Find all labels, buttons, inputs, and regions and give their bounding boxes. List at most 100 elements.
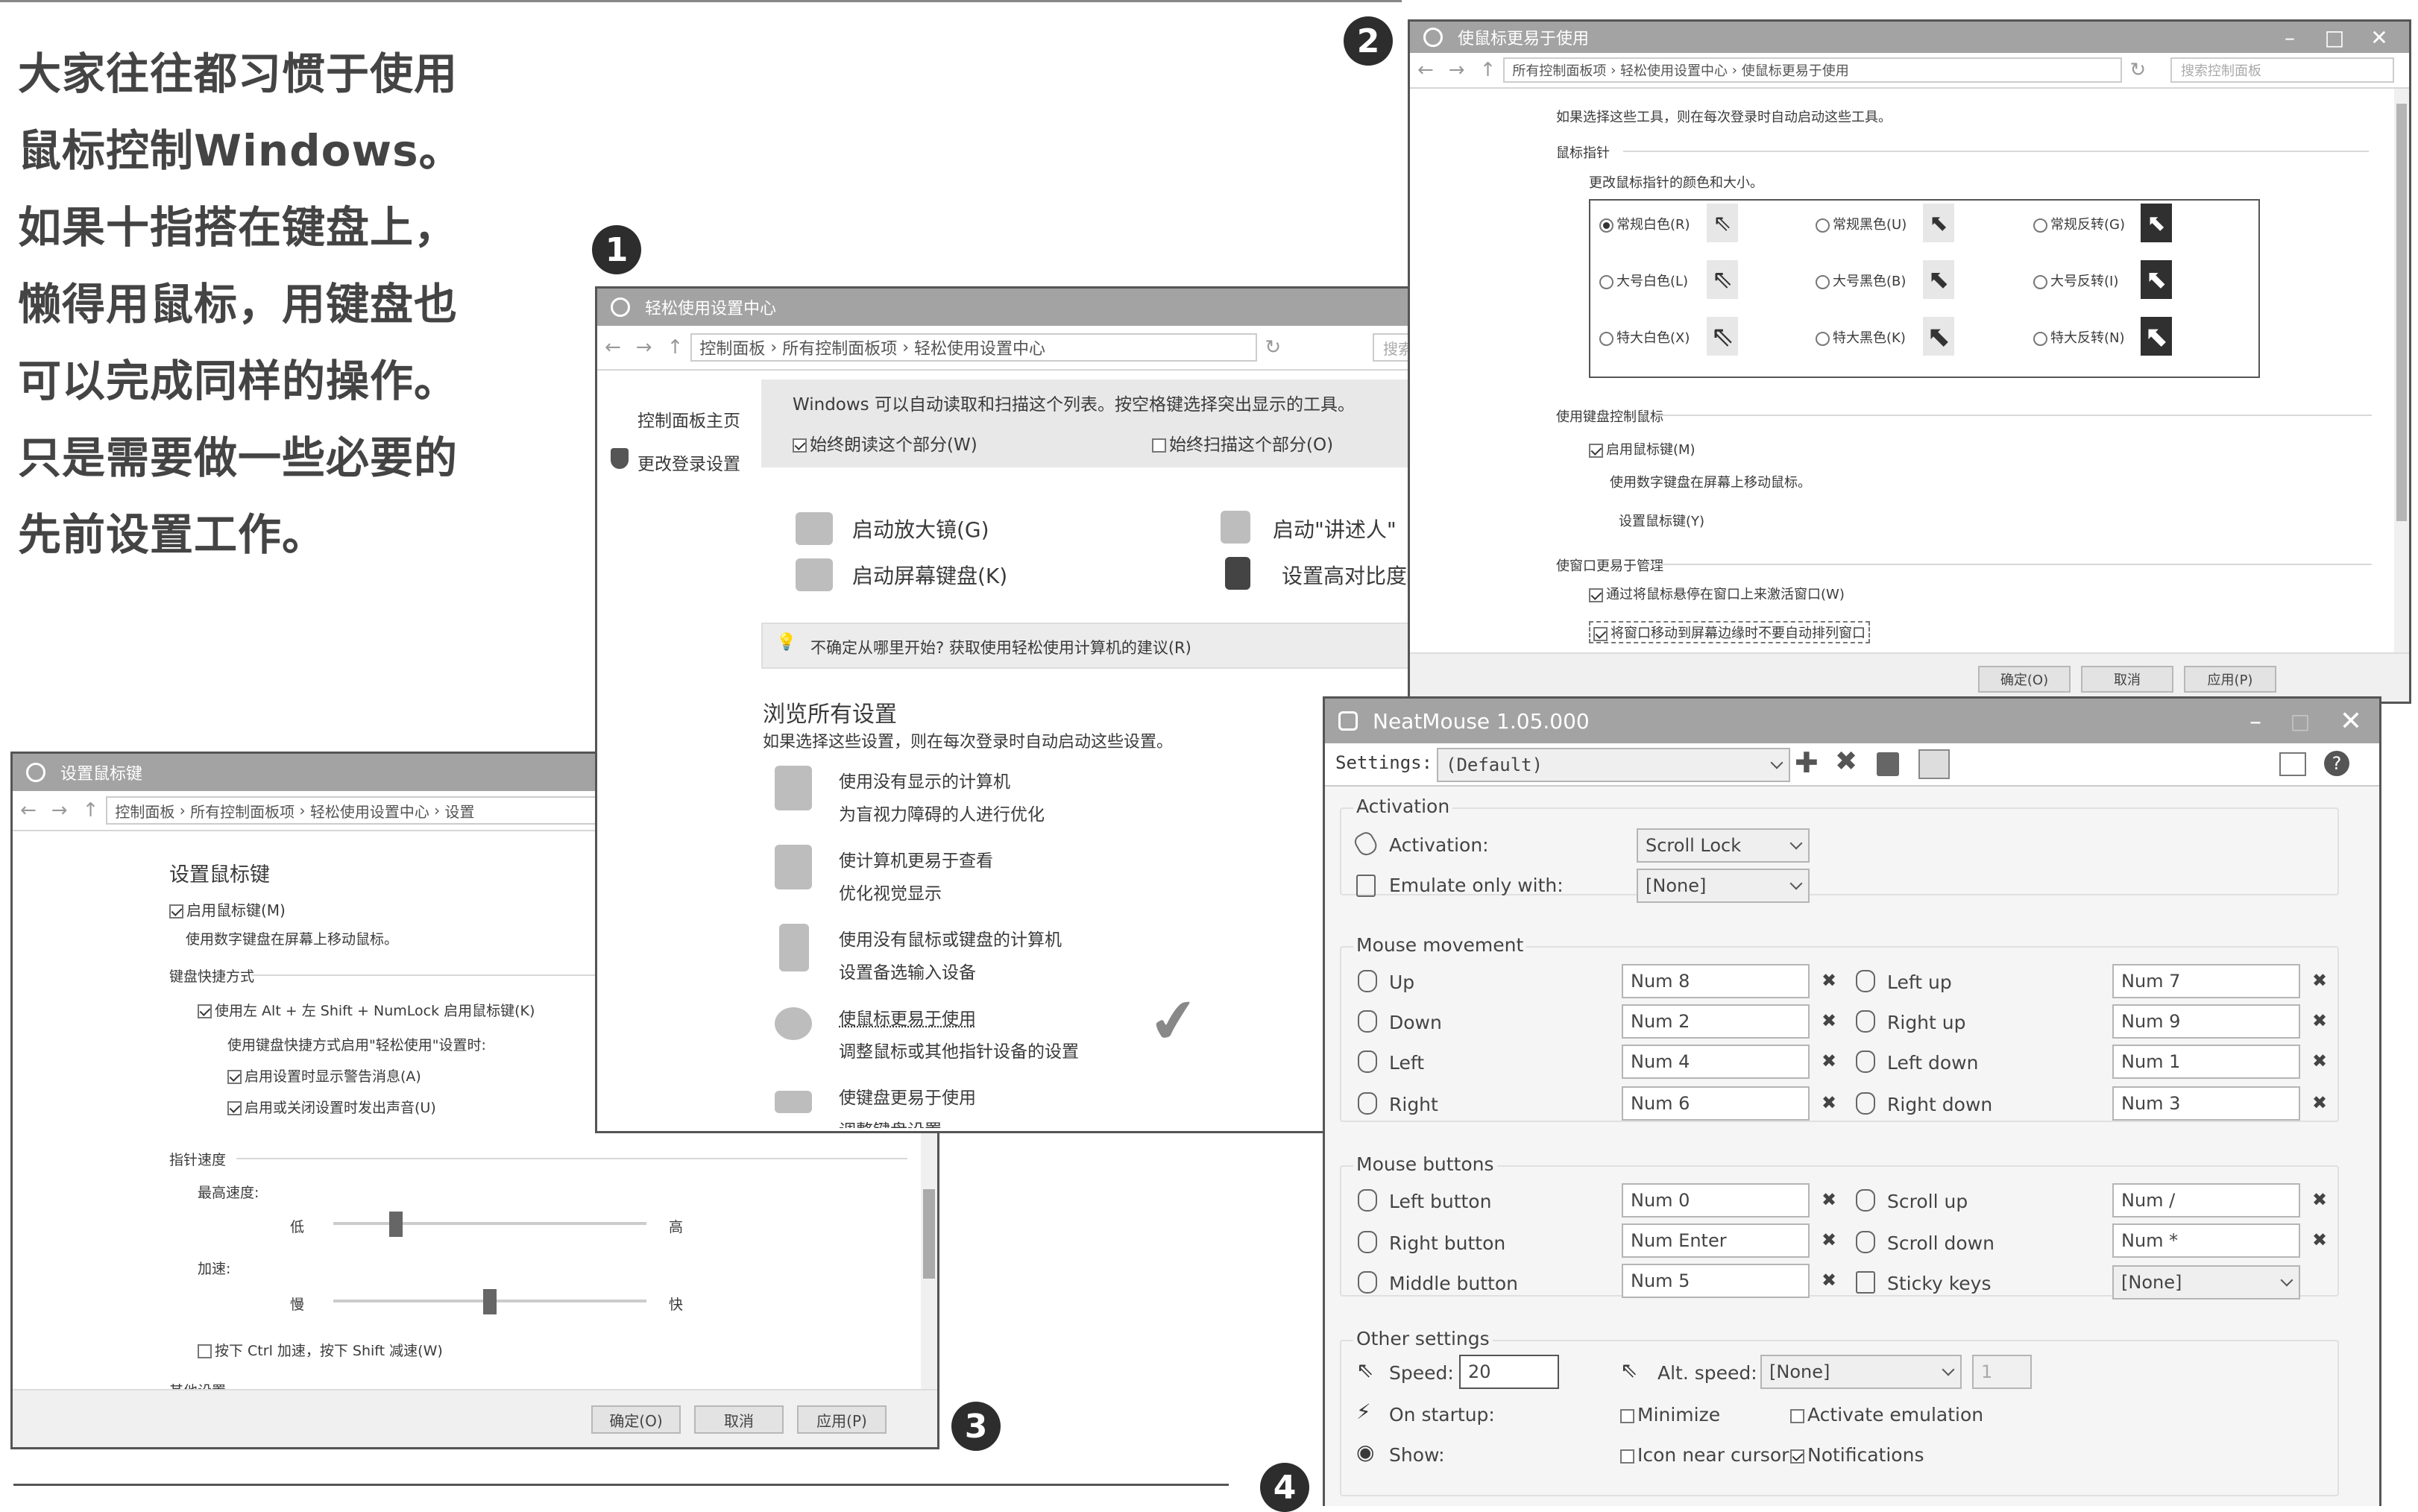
cancel-button[interactable]: 取消 xyxy=(694,1405,784,1434)
ok-button[interactable]: 确定(O) xyxy=(591,1405,681,1434)
setting-title[interactable]: 使键盘更易于使用 xyxy=(839,1083,976,1109)
shortcut-checkbox[interactable]: 使用左 Alt + 左 Shift + NumLock 启用鼠标键(K) xyxy=(198,1000,535,1020)
magnifier-link[interactable]: 启动放大镜(G) xyxy=(852,514,989,544)
speed-input[interactable]: 20 xyxy=(1459,1355,1559,1389)
clear-icon[interactable]: ✖ xyxy=(1822,1010,1836,1031)
contrast-link[interactable]: 设置高对比度 xyxy=(1282,560,1407,590)
pointer-option[interactable]: 大号反转(I) xyxy=(2033,271,2118,290)
pointer-option[interactable]: 大号白色(L) xyxy=(1599,271,1688,290)
move-key-input[interactable]: Num 6 xyxy=(1622,1086,1810,1121)
crumb[interactable]: 轻松使用设置中心 xyxy=(1620,60,1728,80)
activate-checkbox[interactable]: Activate emulation xyxy=(1790,1404,1983,1426)
crumb[interactable]: 所有控制面板项 xyxy=(1512,60,1606,80)
mousekeys-checkbox[interactable]: 启用鼠标键(M) xyxy=(1589,439,1696,459)
save-icon[interactable] xyxy=(1877,752,1899,776)
hover-checkbox[interactable]: 通过将鼠标悬停在窗口上来激活窗口(W) xyxy=(1589,584,1845,603)
clear-icon[interactable]: ✖ xyxy=(2312,1092,2327,1113)
crumb[interactable]: 轻松使用设置中心 xyxy=(310,800,429,822)
alt-speed-select[interactable]: [None] xyxy=(1760,1355,1962,1389)
maximize-icon[interactable]: □ xyxy=(2312,22,2357,53)
refresh-icon[interactable]: ↻ xyxy=(2129,59,2146,81)
forward-icon[interactable]: → xyxy=(51,799,68,822)
move-key-input[interactable]: Num 9 xyxy=(2112,1004,2300,1039)
sidebar-item-home[interactable]: 控制面板主页 xyxy=(637,406,740,432)
clear-icon[interactable]: ✖ xyxy=(1822,1189,1836,1210)
delete-icon[interactable]: ✖ xyxy=(1835,746,1857,777)
close-icon[interactable]: ✕ xyxy=(2357,22,2402,53)
help-icon[interactable]: ? xyxy=(2324,751,2349,776)
forward-icon[interactable]: → xyxy=(1449,59,1465,81)
sticky-keys-select[interactable]: [None] xyxy=(2112,1265,2300,1300)
back-icon[interactable]: ← xyxy=(1417,59,1434,81)
snap-checkbox[interactable]: 将窗口移动到屏幕边缘时不要自动排列窗口 xyxy=(1589,621,1870,643)
setting-title[interactable]: 使用没有显示的计算机 xyxy=(839,767,1010,793)
crumb[interactable]: 轻松使用设置中心 xyxy=(914,336,1045,359)
hint-link[interactable]: 不确定从哪里开始? 获取使用轻松使用计算机的建议(R) xyxy=(810,636,1191,658)
icon-near-checkbox[interactable]: Icon near cursor xyxy=(1620,1444,1789,1466)
button-key-input[interactable]: Num 0 xyxy=(1622,1183,1810,1218)
maximize-icon[interactable]: □ xyxy=(2278,699,2323,743)
warn-checkbox[interactable]: 启用设置时显示警告消息(A) xyxy=(227,1065,421,1086)
move-key-input[interactable]: Num 8 xyxy=(1622,964,1810,998)
activation-select[interactable]: Scroll Lock xyxy=(1637,828,1810,863)
button-key-input[interactable]: Num * xyxy=(2112,1223,2300,1258)
clear-icon[interactable]: ✖ xyxy=(2312,970,2327,991)
setting-title[interactable]: 使计算机更易于查看 xyxy=(839,846,993,872)
setting-title-mouse[interactable]: 使鼠标更易于使用 xyxy=(839,1004,976,1030)
clear-icon[interactable]: ✖ xyxy=(1822,1092,1836,1113)
up-icon[interactable]: ↑ xyxy=(83,799,99,822)
move-key-input[interactable]: Num 7 xyxy=(2112,964,2300,998)
emulate-select[interactable]: [None] xyxy=(1637,869,1810,903)
clear-icon[interactable]: ✖ xyxy=(2312,1010,2327,1031)
pointer-option[interactable]: 特大反转(N) xyxy=(2033,327,2125,347)
clear-icon[interactable]: ✖ xyxy=(2312,1050,2327,1071)
crumb[interactable]: 使鼠标更易于使用 xyxy=(1742,60,1849,80)
refresh-icon[interactable]: ↻ xyxy=(1265,336,1281,359)
crumb[interactable]: 控制面板 xyxy=(115,800,174,822)
crumb[interactable]: 所有控制面板项 xyxy=(190,800,295,822)
minimize-icon[interactable]: – xyxy=(2267,22,2312,53)
apply-button[interactable]: 应用(P) xyxy=(2184,666,2276,693)
pointer-option[interactable]: 特大白色(X) xyxy=(1599,327,1690,347)
alt-speed-input[interactable]: 1 xyxy=(1972,1355,2032,1389)
language-icon[interactable] xyxy=(2279,752,2306,776)
clear-icon[interactable]: ✖ xyxy=(1822,1229,1836,1250)
move-key-input[interactable]: Num 4 xyxy=(1622,1045,1810,1079)
apply-button[interactable]: 应用(P) xyxy=(797,1405,887,1434)
back-icon[interactable]: ← xyxy=(605,336,621,359)
button-key-input[interactable]: Num Enter xyxy=(1622,1223,1810,1258)
accel-thumb[interactable] xyxy=(483,1289,497,1314)
osk-link[interactable]: 启动屏幕键盘(K) xyxy=(852,560,1007,590)
mousekeys-link[interactable]: 设置鼠标键(Y) xyxy=(1619,511,1704,530)
search-input[interactable]: 搜索控制面板 xyxy=(2170,57,2394,83)
sound-checkbox[interactable]: 启用或关闭设置时发出声音(U) xyxy=(227,1097,436,1117)
always-scan-checkbox[interactable]: 始终扫描这个部分(O) xyxy=(1152,430,1333,456)
back-icon[interactable]: ← xyxy=(20,799,37,822)
crumb[interactable]: 设置 xyxy=(445,800,475,822)
notifications-checkbox[interactable]: Notifications xyxy=(1790,1444,1924,1466)
ok-button[interactable]: 确定(O) xyxy=(1978,666,2071,693)
always-read-checkbox[interactable]: 始终朗读这个部分(W) xyxy=(793,430,977,456)
pointer-option[interactable]: 常规反转(G) xyxy=(2033,214,2125,233)
move-key-input[interactable]: Num 3 xyxy=(2112,1086,2300,1121)
cancel-button[interactable]: 取消 xyxy=(2081,666,2173,693)
pointer-option[interactable]: 大号黑色(B) xyxy=(1816,271,1906,290)
clear-icon[interactable]: ✖ xyxy=(2312,1229,2327,1250)
breadcrumb[interactable]: 控制面板 › 所有控制面板项 › 轻松使用设置中心 xyxy=(690,333,1258,362)
button-key-input[interactable]: Num 5 xyxy=(1622,1264,1810,1298)
breadcrumb[interactable]: 所有控制面板项 › 轻松使用设置中心 › 使鼠标更易于使用 xyxy=(1503,57,2123,83)
setting-title[interactable]: 使用没有鼠标或键盘的计算机 xyxy=(839,925,1062,951)
minimize-checkbox[interactable]: Minimize xyxy=(1620,1404,1720,1426)
pointer-option[interactable]: 常规白色(R) xyxy=(1599,214,1690,233)
close-icon[interactable]: ✕ xyxy=(2329,699,2373,743)
ctrl-shift-checkbox[interactable]: 按下 Ctrl 加速，按下 Shift 减速(W) xyxy=(198,1340,443,1360)
sidebar-item-login[interactable]: 更改登录设置 xyxy=(637,450,740,475)
add-icon[interactable]: ✚ xyxy=(1795,746,1819,779)
pointer-option[interactable]: 常规黑色(U) xyxy=(1816,214,1907,233)
top-speed-slider[interactable] xyxy=(333,1222,646,1225)
move-key-input[interactable]: Num 2 xyxy=(1622,1004,1810,1039)
scrollbar[interactable] xyxy=(2394,89,2409,657)
clear-icon[interactable]: ✖ xyxy=(1822,1270,1836,1291)
up-icon[interactable]: ↑ xyxy=(667,336,684,359)
button-key-input[interactable]: Num / xyxy=(2112,1183,2300,1218)
